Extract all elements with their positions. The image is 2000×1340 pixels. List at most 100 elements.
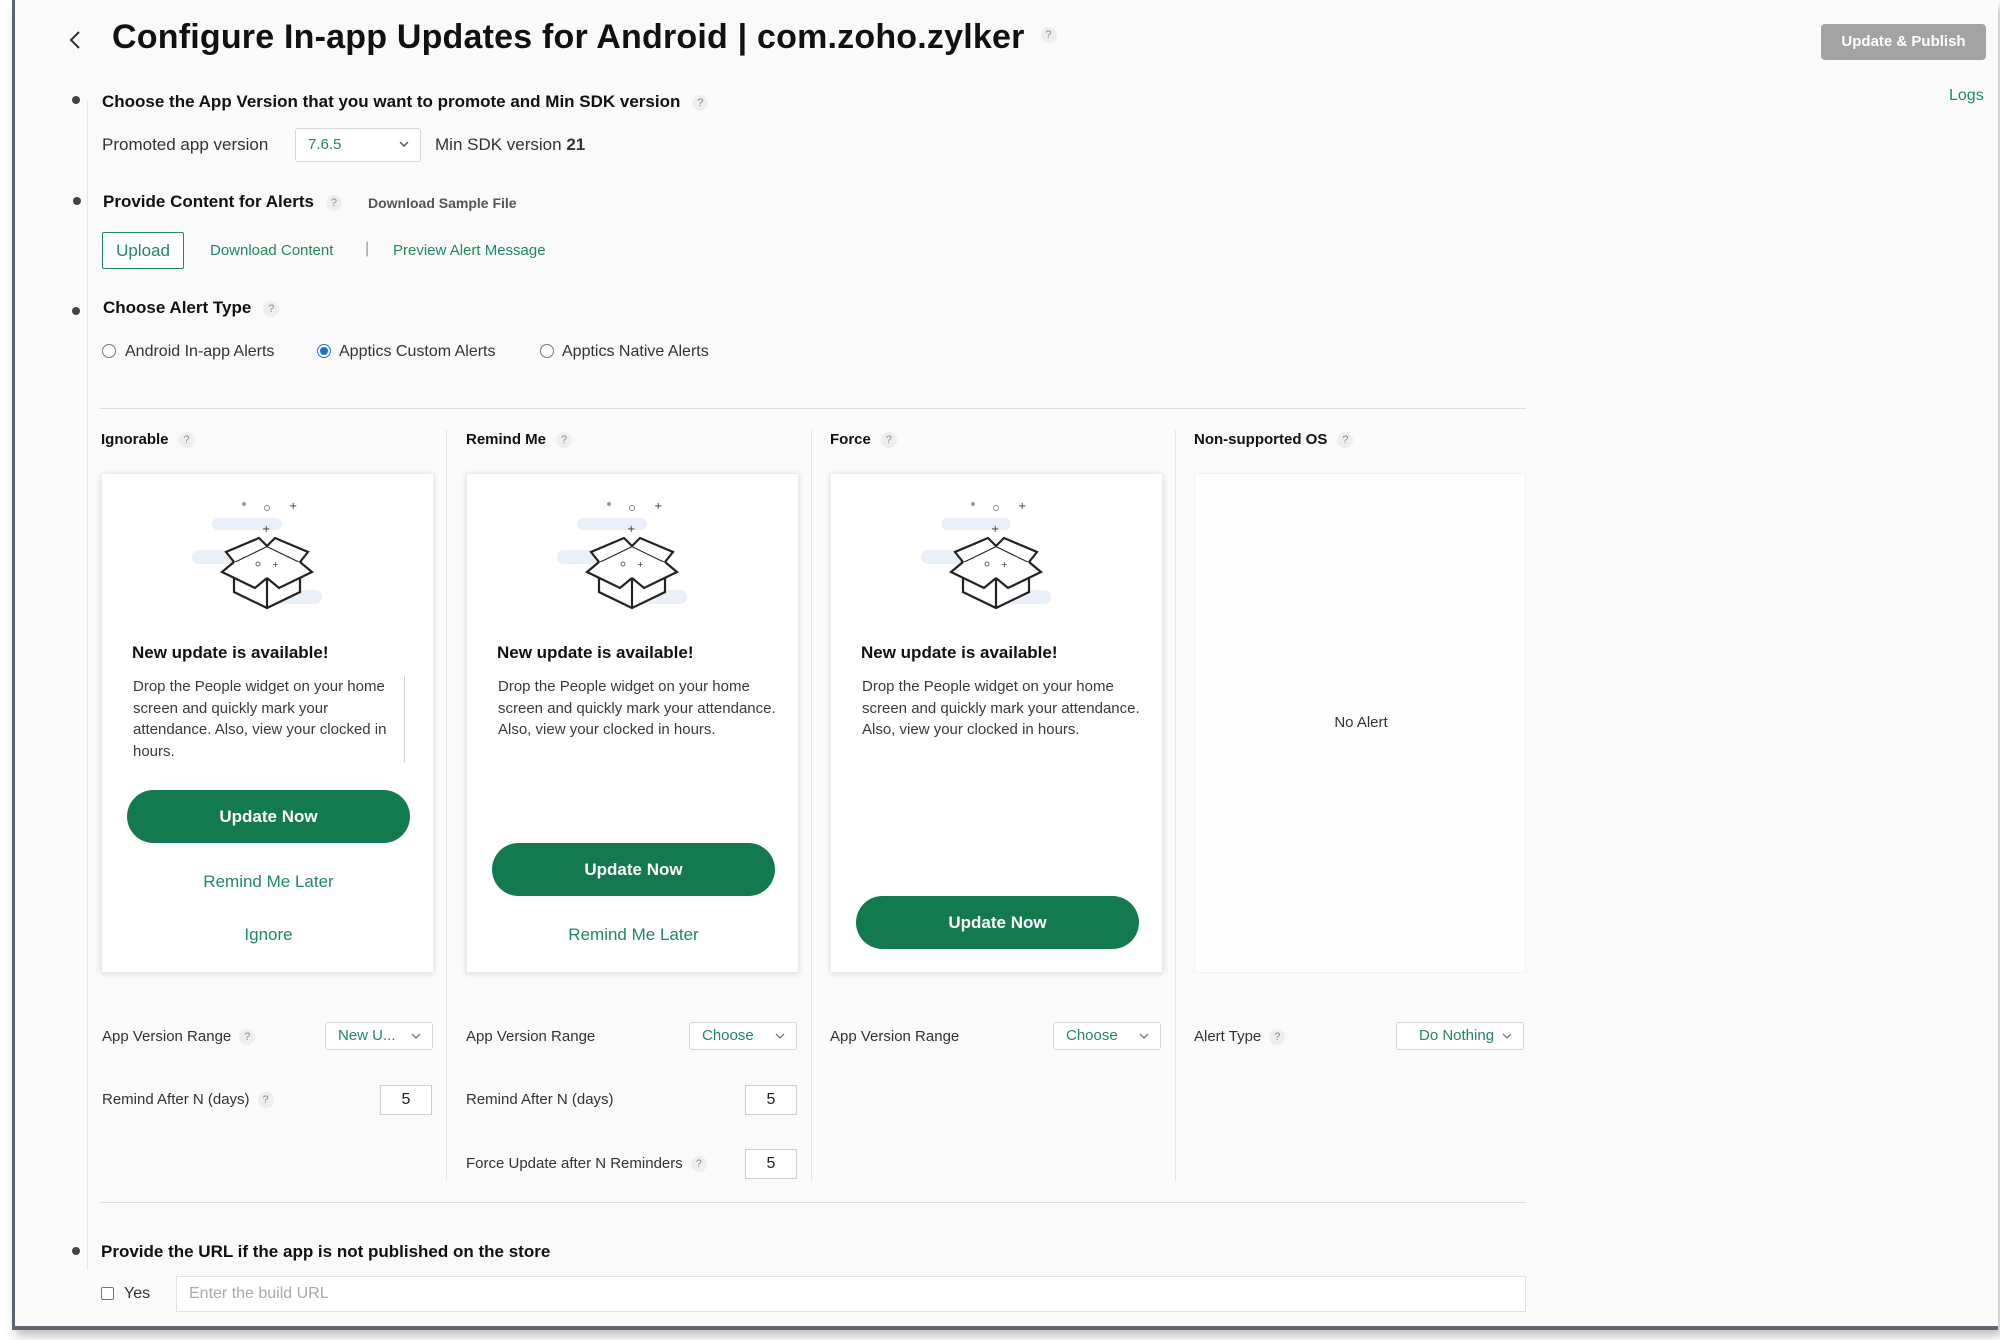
update-publish-button[interactable]: Update & Publish — [1821, 24, 1986, 60]
section-divider — [100, 408, 1526, 409]
ignore-link[interactable]: Ignore — [102, 925, 435, 945]
help-question-icon[interactable]: ? — [1337, 432, 1354, 449]
remind-me-later-link[interactable]: Remind Me Later — [102, 872, 435, 892]
force-after-input[interactable]: 5 — [745, 1149, 797, 1179]
card-body-text: Drop the People widget on your home scre… — [862, 678, 1140, 738]
preview-alert-link[interactable]: Preview Alert Message — [393, 242, 546, 259]
step-dot — [72, 96, 80, 104]
step2-title: Provide Content for Alerts? — [103, 192, 342, 212]
chevron-down-icon — [774, 1023, 786, 1058]
help-question-icon[interactable]: ? — [263, 300, 280, 317]
step-dot — [72, 307, 80, 315]
app-version-range-select[interactable]: New U... — [325, 1022, 433, 1050]
help-question-icon[interactable]: ? — [257, 1092, 274, 1109]
remind-after-input[interactable]: 5 — [745, 1085, 797, 1115]
alert-type-value: Do Nothing — [1419, 1027, 1495, 1044]
help-question-icon[interactable]: ? — [1040, 27, 1057, 44]
step1-title-text: Choose the App Version that you want to … — [102, 92, 681, 111]
ignorable-heading-text: Ignorable — [101, 431, 169, 448]
promoted-version-select[interactable]: 7.6.5 — [295, 128, 421, 162]
force-after-label-text: Force Update after N Reminders — [466, 1155, 683, 1172]
yes-checkbox[interactable] — [101, 1287, 114, 1300]
min-sdk-label-text: Min SDK version — [435, 135, 562, 154]
help-question-icon[interactable]: ? — [1269, 1029, 1286, 1046]
step1-title: Choose the App Version that you want to … — [102, 92, 709, 112]
range-select-value: New U... — [338, 1027, 396, 1044]
column-heading-ignorable: Ignorable? — [101, 431, 195, 449]
help-question-icon[interactable]: ? — [239, 1029, 256, 1046]
remind-after-label-text: Remind After N (days) — [102, 1091, 250, 1108]
app-version-range-label: App Version Range — [830, 1028, 960, 1045]
step-dot — [73, 197, 81, 205]
column-divider — [446, 430, 447, 1180]
radio-android-inapp-label: Android In-app Alerts — [125, 343, 275, 360]
radio-apptics-native[interactable] — [540, 344, 554, 358]
card-title: New update is available! — [497, 643, 694, 662]
help-question-icon[interactable]: ? — [880, 432, 897, 449]
yes-checkbox-label: Yes — [124, 1285, 151, 1302]
page-title: Configure In-app Updates for Android | c… — [112, 18, 1057, 57]
no-alert-text: No Alert — [1334, 714, 1388, 731]
steps-timeline — [87, 100, 88, 1270]
help-question-icon[interactable]: ? — [325, 194, 342, 211]
force-after-label: Force Update after N Reminders? — [466, 1155, 707, 1173]
force-preview-card: New update is available! Drop the People… — [830, 473, 1163, 973]
step-dot — [72, 1247, 80, 1255]
app-version-range-label: App Version Range — [466, 1028, 596, 1045]
column-divider — [811, 430, 812, 1180]
app-version-range-select[interactable]: Choose — [689, 1022, 797, 1050]
remind-after-label: Remind After N (days)? — [102, 1091, 274, 1109]
force-heading-text: Force — [830, 431, 871, 448]
alert-type-select[interactable]: Do Nothing — [1396, 1022, 1524, 1050]
help-question-icon[interactable]: ? — [692, 94, 709, 111]
remind-me-later-link[interactable]: Remind Me Later — [467, 925, 800, 945]
download-content-link[interactable]: Download Content — [210, 242, 333, 259]
radio-apptics-custom[interactable] — [317, 344, 331, 358]
remind-after-input[interactable]: 5 — [380, 1085, 432, 1115]
alert-type-label-text: Alert Type — [1194, 1028, 1262, 1045]
app-window: Configure In-app Updates for Android | c… — [12, 0, 1998, 1330]
step4-title: Provide the URL if the app is not publis… — [101, 1242, 551, 1261]
app-version-range-select[interactable]: Choose — [1053, 1022, 1161, 1050]
link-separator: | — [365, 240, 370, 257]
back-chevron-left-icon[interactable] — [65, 26, 85, 54]
open-box-illustration — [192, 500, 324, 610]
radio-apptics-custom-label: Apptics Custom Alerts — [339, 343, 496, 360]
non-supported-heading-text: Non-supported OS — [1194, 431, 1328, 448]
update-now-button[interactable]: Update Now — [856, 896, 1139, 949]
upload-button[interactable]: Upload — [102, 232, 184, 269]
column-divider — [1175, 430, 1176, 1180]
range-select-value: Choose — [1066, 1027, 1118, 1044]
download-sample-link[interactable]: Download Sample File — [368, 195, 517, 211]
min-sdk-value: 21 — [566, 135, 586, 154]
open-box-illustration — [921, 500, 1053, 610]
help-question-icon[interactable]: ? — [556, 432, 573, 449]
remind-me-heading-text: Remind Me — [466, 431, 547, 448]
min-sdk-label: Min SDK version 21 — [435, 135, 585, 155]
update-now-button[interactable]: Update Now — [127, 790, 410, 843]
radio-android-inapp[interactable] — [102, 344, 116, 358]
chevron-down-icon — [398, 129, 410, 173]
help-question-icon[interactable]: ? — [178, 432, 195, 449]
step2-title-text: Provide Content for Alerts — [103, 192, 314, 211]
logs-link[interactable]: Logs — [1949, 87, 1984, 105]
app-version-range-label: App Version Range? — [102, 1028, 256, 1046]
chevron-down-icon — [410, 1023, 422, 1058]
ignorable-preview-card: New update is available! Drop the People… — [101, 473, 434, 973]
chevron-down-icon — [1501, 1023, 1513, 1058]
chevron-down-icon — [1138, 1023, 1150, 1058]
build-url-input[interactable]: Enter the build URL — [176, 1276, 1526, 1312]
open-box-illustration — [557, 500, 689, 610]
range-label-text: App Version Range — [102, 1028, 232, 1045]
card-title: New update is available! — [132, 643, 329, 662]
update-now-button[interactable]: Update Now — [492, 843, 775, 896]
remind-after-label: Remind After N (days) — [466, 1091, 614, 1108]
remind-me-preview-card: New update is available! Drop the People… — [466, 473, 799, 973]
promoted-version-label: Promoted app version — [102, 135, 269, 154]
promoted-version-value: 7.6.5 — [308, 136, 342, 153]
help-question-icon[interactable]: ? — [690, 1156, 707, 1173]
alert-type-label: Alert Type? — [1194, 1028, 1286, 1046]
range-select-value: Choose — [702, 1027, 754, 1044]
section-divider — [100, 1202, 1526, 1203]
column-heading-remind-me: Remind Me? — [466, 431, 573, 449]
